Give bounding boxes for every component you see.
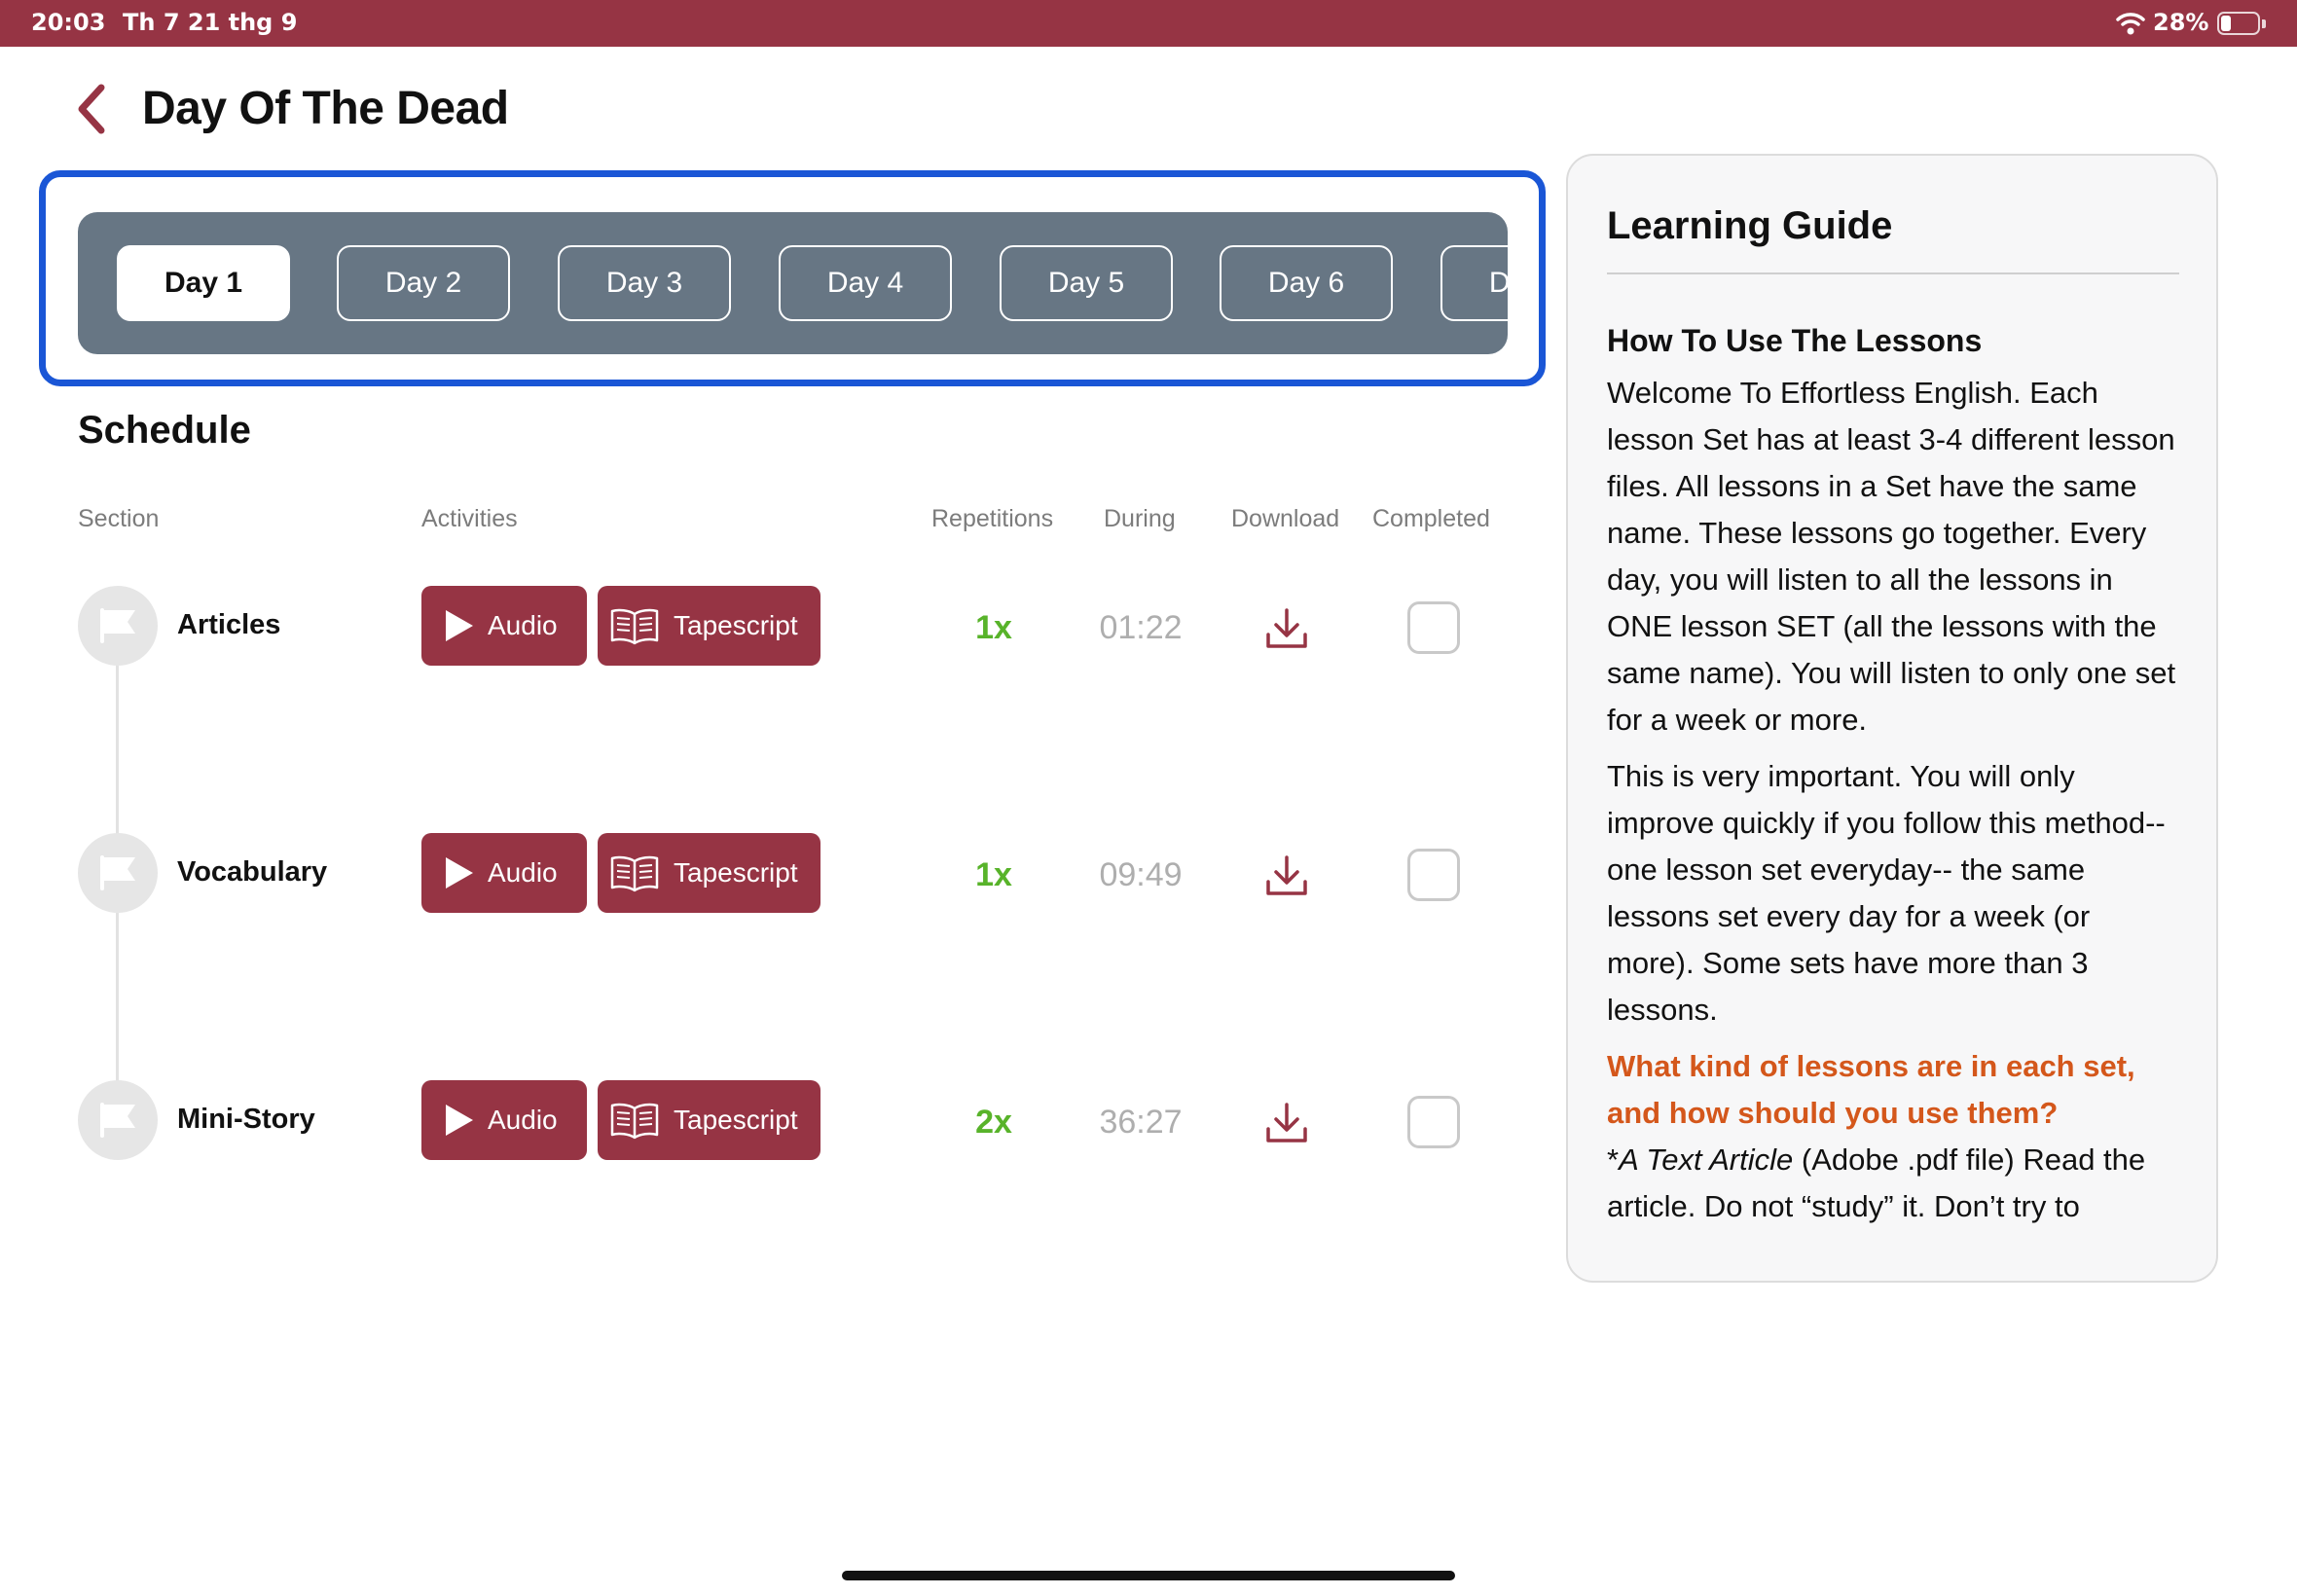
column-repetitions: Repetitions xyxy=(931,505,1054,532)
guide-divider xyxy=(1607,272,2179,274)
download-icon[interactable] xyxy=(1263,852,1310,899)
status-time: 20:03 xyxy=(31,9,106,36)
guide-heading: How To Use The Lessons xyxy=(1607,323,1983,358)
status-date: Th 7 21 thg 9 xyxy=(123,9,298,36)
tab-day-3[interactable]: Day 3 xyxy=(558,245,731,321)
book-icon xyxy=(610,855,659,892)
play-icon xyxy=(446,857,473,889)
column-section: Section xyxy=(78,505,160,532)
column-download: Download xyxy=(1231,505,1340,532)
book-icon xyxy=(610,608,659,645)
battery-cap xyxy=(2262,19,2266,28)
page-title: Day Of The Dead xyxy=(142,83,509,134)
flag-icon xyxy=(78,1080,158,1160)
column-completed: Completed xyxy=(1372,505,1490,532)
tab-day-7[interactable]: Day 7 xyxy=(1440,245,1508,321)
status-bar: 20:03 Th 7 21 thg 9 28% xyxy=(0,0,2297,47)
guide-paragraph-2: This is very important. You will only im… xyxy=(1607,759,2166,1027)
audio-label: Audio xyxy=(488,610,558,640)
play-icon xyxy=(446,1105,473,1136)
home-indicator[interactable] xyxy=(842,1571,1455,1580)
audio-button[interactable]: Audio xyxy=(421,586,587,666)
battery-percent: 28% xyxy=(2153,9,2209,36)
tab-day-6[interactable]: Day 6 xyxy=(1220,245,1393,321)
schedule-title: Schedule xyxy=(78,409,251,452)
tab-day-2[interactable]: Day 2 xyxy=(337,245,510,321)
tapescript-label: Tapescript xyxy=(674,1105,798,1135)
completed-checkbox[interactable] xyxy=(1407,849,1460,901)
audio-button[interactable]: Audio xyxy=(421,1080,587,1160)
guide-item: *A Text Article (Adobe .pdf file) Read t… xyxy=(1607,1137,2181,1230)
download-icon[interactable] xyxy=(1263,1100,1310,1146)
guide-question: What kind of lessons are in each set, an… xyxy=(1607,1049,2135,1130)
section-articles: Articles xyxy=(177,609,281,640)
flag-icon xyxy=(78,586,158,666)
play-icon xyxy=(446,610,473,641)
tapescript-button[interactable]: Tapescript xyxy=(598,833,820,913)
guide-item-title: A Text Article xyxy=(1619,1143,1794,1177)
completed-checkbox[interactable] xyxy=(1407,601,1460,654)
duration-value: 01:22 xyxy=(1099,609,1183,646)
download-icon[interactable] xyxy=(1263,605,1310,652)
learning-guide-panel[interactable]: Learning Guide How To Use The Lessons We… xyxy=(1566,154,2218,1283)
tapescript-button[interactable]: Tapescript xyxy=(598,1080,820,1160)
section-mini-story: Mini-Story xyxy=(177,1104,315,1135)
section-vocabulary: Vocabulary xyxy=(177,856,328,888)
back-chevron-icon[interactable] xyxy=(70,82,113,136)
wifi-icon xyxy=(2116,13,2145,35)
tab-day-4[interactable]: Day 4 xyxy=(779,245,952,321)
repetitions-value: 1x xyxy=(975,609,1012,646)
flag-icon xyxy=(78,833,158,913)
tapescript-label: Tapescript xyxy=(674,857,798,888)
guide-title: Learning Guide xyxy=(1607,204,1893,247)
audio-label: Audio xyxy=(488,1105,558,1135)
column-activities: Activities xyxy=(421,505,518,532)
completed-checkbox[interactable] xyxy=(1407,1096,1460,1148)
tapescript-label: Tapescript xyxy=(674,610,798,640)
day-tabs-bar[interactable]: Day 1 Day 2 Day 3 Day 4 Day 5 Day 6 Day … xyxy=(78,212,1508,354)
tab-day-1[interactable]: Day 1 xyxy=(117,245,290,321)
guide-content: How To Use The Lessons Welcome To Effort… xyxy=(1607,317,2181,1240)
repetitions-value: 1x xyxy=(975,856,1012,893)
tapescript-button[interactable]: Tapescript xyxy=(598,586,820,666)
battery-icon xyxy=(2217,12,2260,35)
duration-value: 09:49 xyxy=(1099,856,1183,893)
duration-value: 36:27 xyxy=(1099,1104,1183,1141)
audio-button[interactable]: Audio xyxy=(421,833,587,913)
guide-item-prefix: * xyxy=(1607,1143,1620,1177)
tab-day-5[interactable]: Day 5 xyxy=(1000,245,1173,321)
book-icon xyxy=(610,1103,659,1140)
audio-label: Audio xyxy=(488,857,558,888)
guide-paragraph-1: Welcome To Effortless English. Each less… xyxy=(1607,376,2176,737)
repetitions-value: 2x xyxy=(975,1104,1012,1141)
column-during: During xyxy=(1104,505,1176,532)
